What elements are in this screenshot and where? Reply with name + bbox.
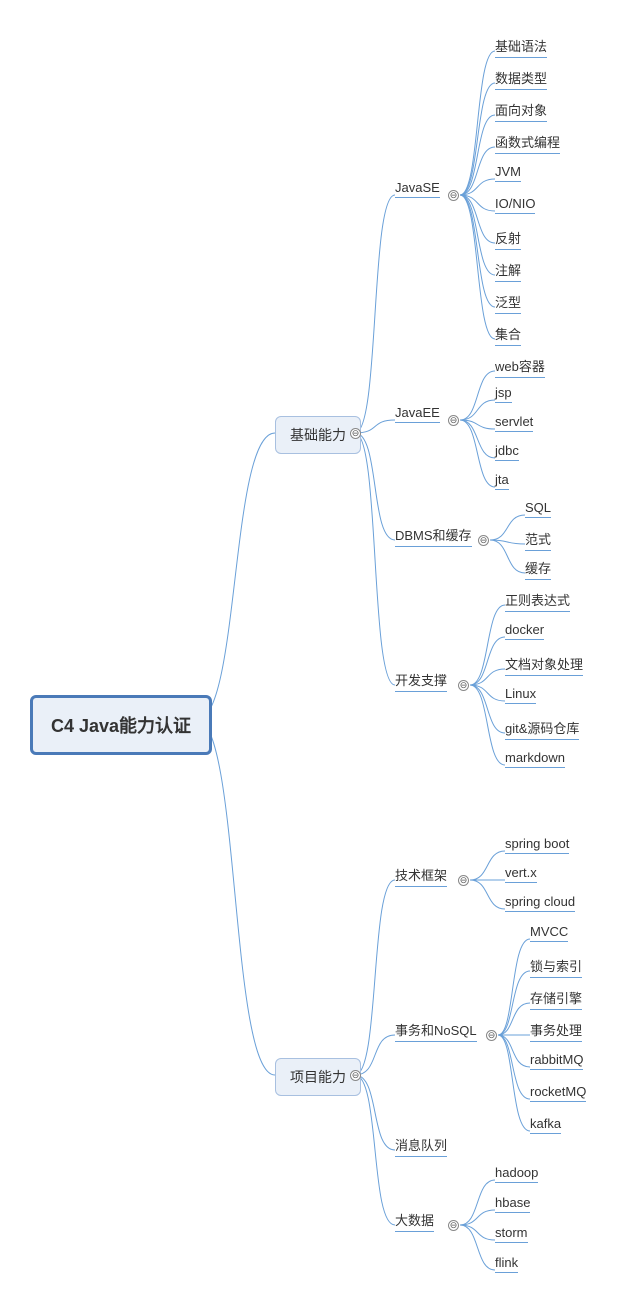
collapse-icon[interactable]: ⊖ <box>458 680 469 691</box>
leaf-node[interactable]: kafka <box>530 1116 561 1134</box>
leaf-node[interactable]: flink <box>495 1255 518 1273</box>
leaf-node[interactable]: MVCC <box>530 924 568 942</box>
branch-basic[interactable]: 基础能力 <box>275 416 361 454</box>
leaf-node[interactable]: 面向对象 <box>495 100 547 122</box>
leaf-node[interactable]: 存储引擎 <box>530 988 582 1010</box>
leaf-node[interactable]: Linux <box>505 686 536 704</box>
node-bigdata[interactable]: 大数据 <box>395 1210 434 1232</box>
leaf-node[interactable]: docker <box>505 622 544 640</box>
leaf-node[interactable]: 范式 <box>525 529 551 551</box>
leaf-node[interactable]: rabbitMQ <box>530 1052 583 1070</box>
leaf-node[interactable]: jdbc <box>495 443 519 461</box>
collapse-icon[interactable]: ⊖ <box>448 1220 459 1231</box>
collapse-icon[interactable]: ⊖ <box>350 428 361 439</box>
leaf-node[interactable]: 函数式编程 <box>495 132 560 154</box>
node-javase[interactable]: JavaSE <box>395 180 440 198</box>
leaf-node[interactable]: 泛型 <box>495 292 521 314</box>
leaf-node[interactable]: IO/NIO <box>495 196 535 214</box>
collapse-icon[interactable]: ⊖ <box>448 415 459 426</box>
leaf-node[interactable]: spring cloud <box>505 894 575 912</box>
leaf-node[interactable]: jsp <box>495 385 512 403</box>
leaf-node[interactable]: rocketMQ <box>530 1084 586 1102</box>
node-dev[interactable]: 开发支撑 <box>395 670 447 692</box>
leaf-node[interactable]: hadoop <box>495 1165 538 1183</box>
node-txn[interactable]: 事务和NoSQL <box>395 1020 477 1042</box>
leaf-node[interactable]: spring boot <box>505 836 569 854</box>
leaf-node[interactable]: 事务处理 <box>530 1020 582 1042</box>
collapse-icon[interactable]: ⊖ <box>486 1030 497 1041</box>
leaf-node[interactable]: web容器 <box>495 356 545 378</box>
branch-project[interactable]: 项目能力 <box>275 1058 361 1096</box>
leaf-node[interactable]: 基础语法 <box>495 36 547 58</box>
collapse-icon[interactable]: ⊖ <box>448 190 459 201</box>
leaf-node[interactable]: 注解 <box>495 260 521 282</box>
leaf-node[interactable]: 数据类型 <box>495 68 547 90</box>
leaf-node[interactable]: 集合 <box>495 324 521 346</box>
leaf-node[interactable]: 锁与索引 <box>530 956 582 978</box>
leaf-node[interactable]: vert.x <box>505 865 537 883</box>
root-node[interactable]: C4 Java能力认证 <box>30 695 212 755</box>
collapse-icon[interactable]: ⊖ <box>350 1070 361 1081</box>
node-dbms[interactable]: DBMS和缓存 <box>395 525 472 547</box>
leaf-node[interactable]: git&源码仓库 <box>505 718 579 740</box>
node-tech[interactable]: 技术框架 <box>395 865 447 887</box>
leaf-node[interactable]: SQL <box>525 500 551 518</box>
leaf-node[interactable]: servlet <box>495 414 533 432</box>
leaf-node[interactable]: hbase <box>495 1195 530 1213</box>
leaf-node[interactable]: 反射 <box>495 228 521 250</box>
node-mq[interactable]: 消息队列 <box>395 1135 447 1157</box>
leaf-node[interactable]: markdown <box>505 750 565 768</box>
leaf-node[interactable]: jta <box>495 472 509 490</box>
collapse-icon[interactable]: ⊖ <box>478 535 489 546</box>
mindmap-connectors <box>0 0 632 1306</box>
leaf-node[interactable]: JVM <box>495 164 521 182</box>
leaf-node[interactable]: 缓存 <box>525 558 551 580</box>
collapse-icon[interactable]: ⊖ <box>458 875 469 886</box>
leaf-node[interactable]: 正则表达式 <box>505 590 570 612</box>
leaf-node[interactable]: 文档对象处理 <box>505 654 583 676</box>
node-javaee[interactable]: JavaEE <box>395 405 440 423</box>
leaf-node[interactable]: storm <box>495 1225 528 1243</box>
